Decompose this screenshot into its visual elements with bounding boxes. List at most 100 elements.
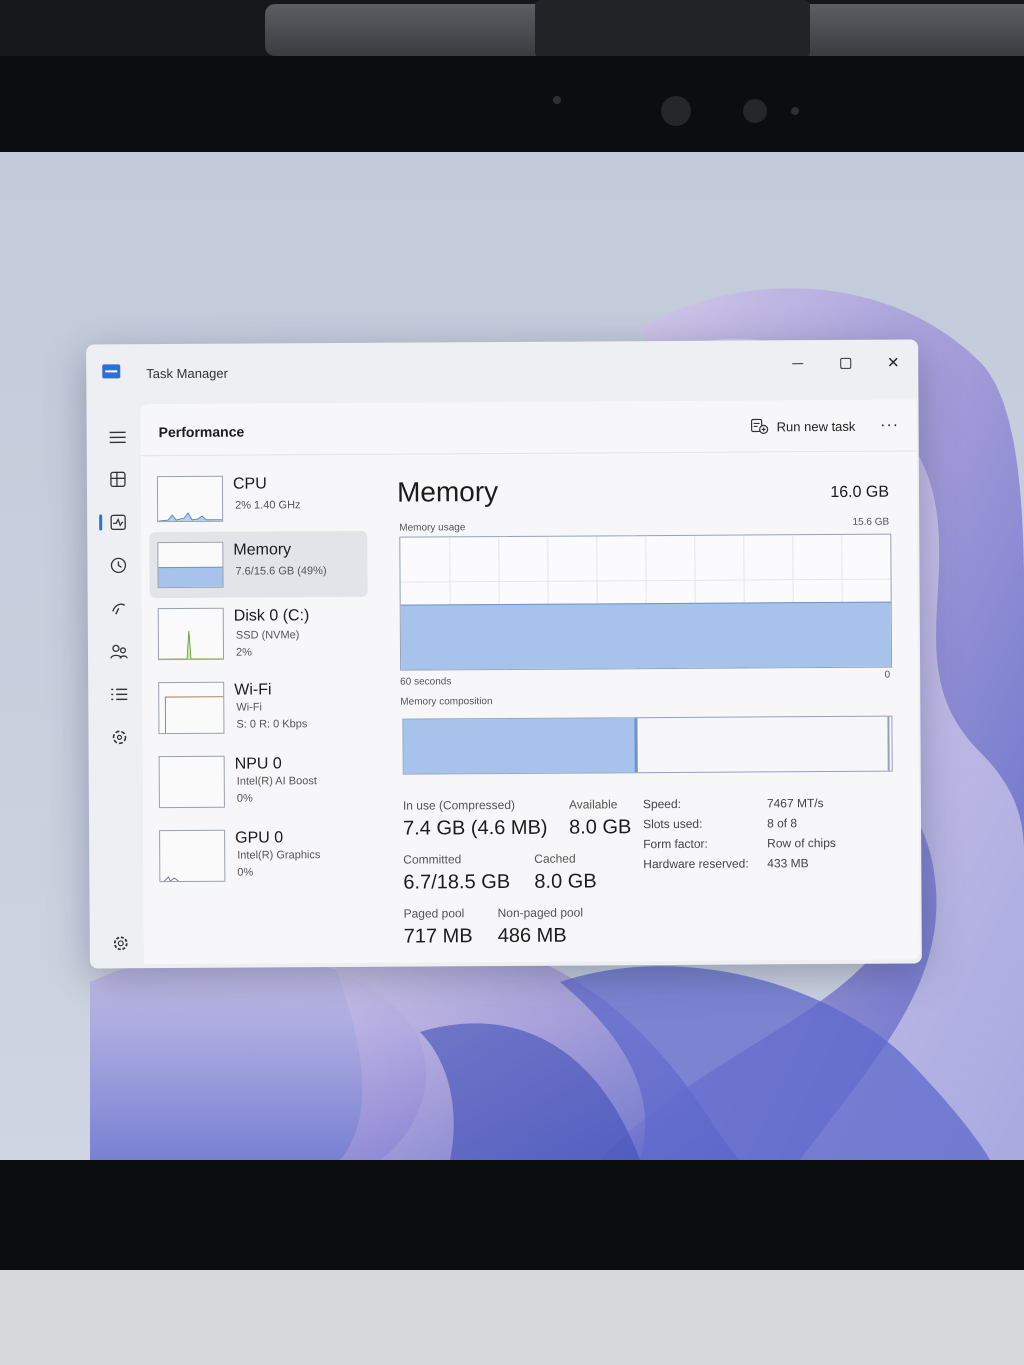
run-task-icon [750, 418, 769, 435]
memory-composition-label: Memory composition [400, 696, 493, 708]
sensor-icon [791, 107, 799, 115]
spec-label: Hardware reserved: [643, 856, 749, 872]
run-new-task-label: Run new task [776, 418, 856, 434]
memory-usage-fill [400, 601, 892, 670]
memory-thumbnail-graph [157, 541, 224, 589]
memory-detail-panel: Memory 16.0 GB Memory usage 15.6 GB 60 s… [389, 462, 893, 955]
app-history-icon [110, 557, 127, 574]
device-detail: 2% 1.40 GHz [235, 499, 301, 512]
task-manager-app-icon [102, 364, 121, 379]
composition-edge [887, 716, 890, 771]
device-name: Wi-Fi [234, 681, 272, 699]
tablet-device: Task Manager ✕ Performance Run new task … [0, 0, 1024, 1365]
device-detail: 7.6/15.6 GB (49%) [235, 565, 327, 578]
stat-label: Available [568, 797, 618, 812]
nav-processes[interactable] [101, 464, 135, 494]
stat-label: Cached [534, 851, 576, 866]
wifi-sparkline [164, 696, 225, 735]
services-icon [112, 730, 127, 745]
performance-icon [110, 514, 126, 531]
details-icon [111, 688, 128, 701]
run-new-task-button[interactable]: Run new task [743, 412, 864, 441]
spec-value: 8 of 8 [766, 816, 798, 831]
device-name: Disk 0 (C:) [233, 607, 310, 625]
device-detail: SSD (NVMe) [235, 629, 300, 642]
page-title: Performance [158, 423, 245, 441]
stat-value: 486 MB [497, 924, 567, 948]
stat-committed: Committed 6.7/18.5 GB [403, 852, 510, 895]
device-item-npu[interactable]: NPU 0 Intel(R) AI Boost 0% [151, 745, 369, 812]
spec-value: 7467 MT/s [766, 796, 824, 811]
gpu-thumbnail-graph [159, 829, 226, 883]
nav-details[interactable] [102, 679, 136, 709]
title-bar[interactable]: Task Manager ✕ [86, 339, 918, 400]
stat-label: Paged pool [403, 906, 465, 921]
device-list: CPU 2% 1.40 GHz Memory 7.6/15.6 GB (49%)… [149, 465, 369, 883]
device-item-memory[interactable]: Memory 7.6/15.6 GB (49%) [149, 530, 368, 599]
window-title: Task Manager [146, 365, 228, 382]
memory-usage-graph [399, 533, 893, 671]
minimize-button[interactable] [774, 346, 820, 380]
gpu-sparkline [164, 876, 179, 882]
nav-rail [94, 408, 141, 956]
composition-in-use [403, 718, 638, 774]
settings-icon [113, 936, 128, 951]
task-manager-window: Task Manager ✕ Performance Run new task … [86, 339, 922, 969]
wifi-thumbnail-graph [158, 681, 225, 735]
nav-performance[interactable] [101, 507, 135, 537]
users-icon [110, 644, 128, 659]
device-name: Memory [233, 541, 292, 559]
device-detail: Intel(R) AI Boost [236, 775, 317, 788]
ir-sensor-icon [743, 99, 767, 123]
device-name: GPU 0 [235, 829, 284, 847]
stat-non-paged-pool: Non-paged pool 486 MB [498, 906, 584, 949]
spec-label: Slots used: [642, 816, 703, 832]
device-detail: 0% [237, 866, 254, 879]
processes-icon [110, 471, 126, 488]
nav-startup-apps[interactable] [102, 593, 136, 623]
device-detail: Intel(R) Graphics [237, 849, 321, 862]
device-name: CPU [232, 475, 267, 493]
stat-label: Committed [403, 852, 462, 867]
device-item-wifi[interactable]: Wi-Fi Wi-Fi S: 0 R: 0 Kbps [150, 671, 368, 738]
spec-value: 433 MB [767, 856, 809, 871]
maximize-icon [839, 357, 851, 369]
nav-app-history[interactable] [101, 550, 135, 580]
spec-value: Row of chips [767, 835, 836, 851]
stat-value: 8.0 GB [534, 870, 597, 893]
memory-usage-max: 15.6 GB [852, 516, 890, 528]
device-item-cpu[interactable]: CPU 2% 1.40 GHz [149, 465, 367, 532]
device-item-gpu[interactable]: GPU 0 Intel(R) Graphics 0% [151, 819, 369, 886]
close-button[interactable]: ✕ [870, 345, 916, 379]
nav-settings[interactable] [104, 928, 138, 958]
more-options-button[interactable]: ··· [875, 412, 905, 440]
stat-paged-pool: Paged pool 717 MB [404, 906, 473, 948]
stat-available: Available 8.0 GB [569, 797, 632, 839]
spec-label: Form factor: [643, 836, 708, 852]
device-item-disk[interactable]: Disk 0 (C:) SSD (NVMe) 2% [150, 597, 368, 664]
keyboard-base [0, 1270, 1024, 1365]
cpu-sparkline [157, 512, 224, 523]
device-detail: Wi-Fi [236, 701, 263, 714]
spec-label: Speed: [642, 796, 682, 812]
stat-value: 717 MB [403, 925, 473, 948]
graph-time-span: 60 seconds [400, 676, 452, 688]
stat-value: 8.0 GB [568, 816, 632, 839]
cpu-thumbnail-graph [156, 475, 224, 523]
device-detail: 2% [235, 646, 252, 659]
disk-thumbnail-graph [157, 607, 225, 661]
top-bezel [0, 56, 1024, 152]
graph-time-zero: 0 [884, 669, 891, 681]
nav-users[interactable] [102, 636, 136, 666]
device-detail: 0% [236, 792, 253, 805]
maximize-button[interactable] [822, 346, 868, 380]
npu-thumbnail-graph [158, 755, 225, 809]
nav-services[interactable] [102, 722, 136, 752]
stat-label: Non-paged pool [497, 905, 584, 921]
menu-button[interactable] [101, 422, 135, 452]
memory-thumbnail-fill [158, 566, 223, 588]
memory-composition-bar [402, 715, 893, 775]
disk-sparkline [158, 630, 225, 661]
content-header: Performance Run new task ··· [140, 399, 917, 457]
main-content: Performance Run new task ··· CPU 2% 1.40… [140, 399, 920, 965]
